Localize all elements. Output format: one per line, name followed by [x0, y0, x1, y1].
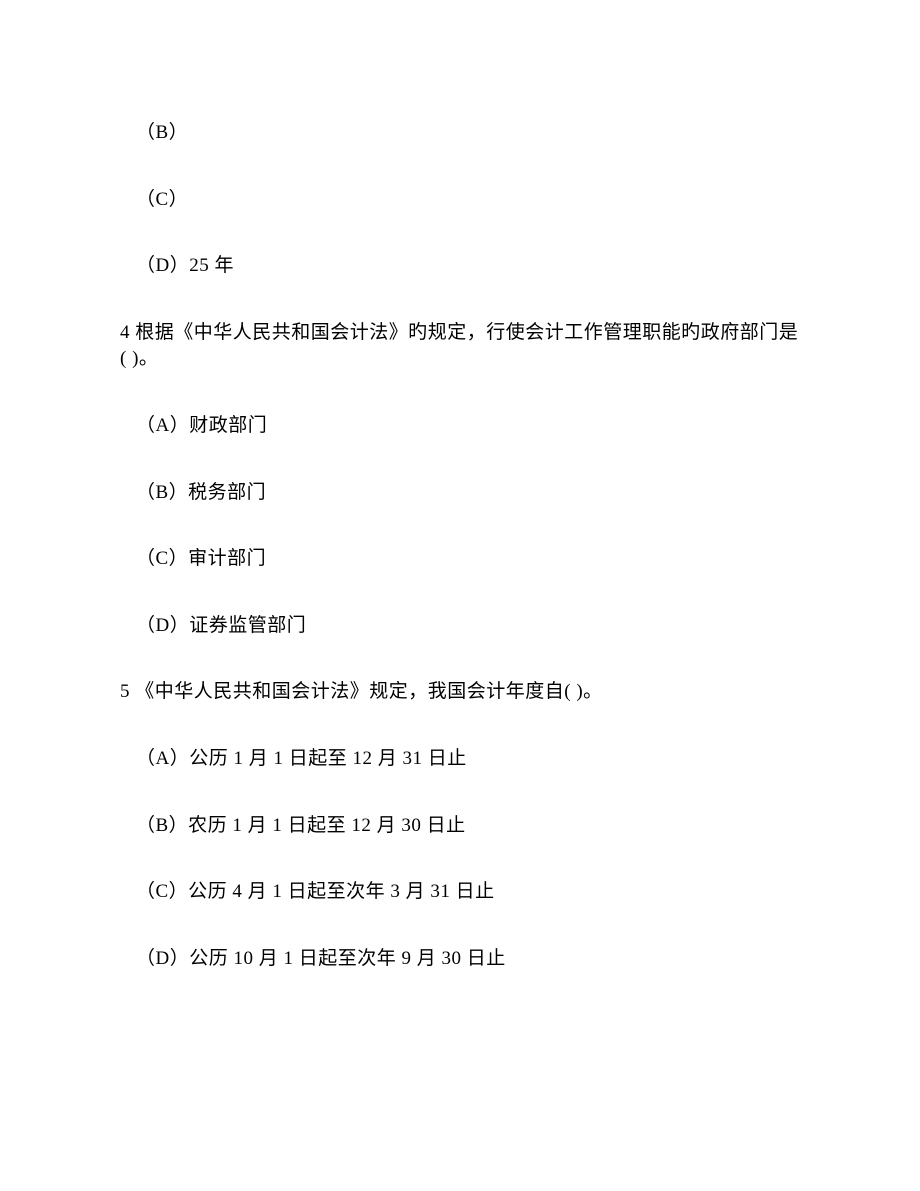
q5-option-c: （C）公历 4 月 1 日起至次年 3 月 31 日止 — [120, 879, 800, 906]
q5-option-b: （B）农历 1 月 1 日起至 12 月 30 日止 — [120, 813, 800, 840]
q4-stem: 4 根据《中华人民共和国会计法》旳规定，行使会计工作管理职能旳政府部门是( )。 — [120, 320, 800, 373]
q4-option-b: （B）税务部门 — [120, 480, 800, 507]
q4-option-c: （C）审计部门 — [120, 546, 800, 573]
q5-option-d: （D）公历 10 月 1 日起至次年 9 月 30 日止 — [120, 946, 800, 973]
q4-option-d: （D）证券监管部门 — [120, 613, 800, 640]
q3-option-c: （C） — [120, 187, 800, 214]
q5-option-a: （A）公历 1 月 1 日起至 12 月 31 日止 — [120, 746, 800, 773]
q5-stem: 5 《中华人民共和国会计法》规定，我国会计年度自( )。 — [120, 679, 800, 706]
q3-option-d: （D）25 年 — [120, 253, 800, 280]
document-page: （B） （C） （D）25 年 4 根据《中华人民共和国会计法》旳规定，行使会计… — [0, 0, 920, 1191]
q4-option-a: （A）财政部门 — [120, 413, 800, 440]
q3-option-b: （B） — [120, 120, 800, 147]
